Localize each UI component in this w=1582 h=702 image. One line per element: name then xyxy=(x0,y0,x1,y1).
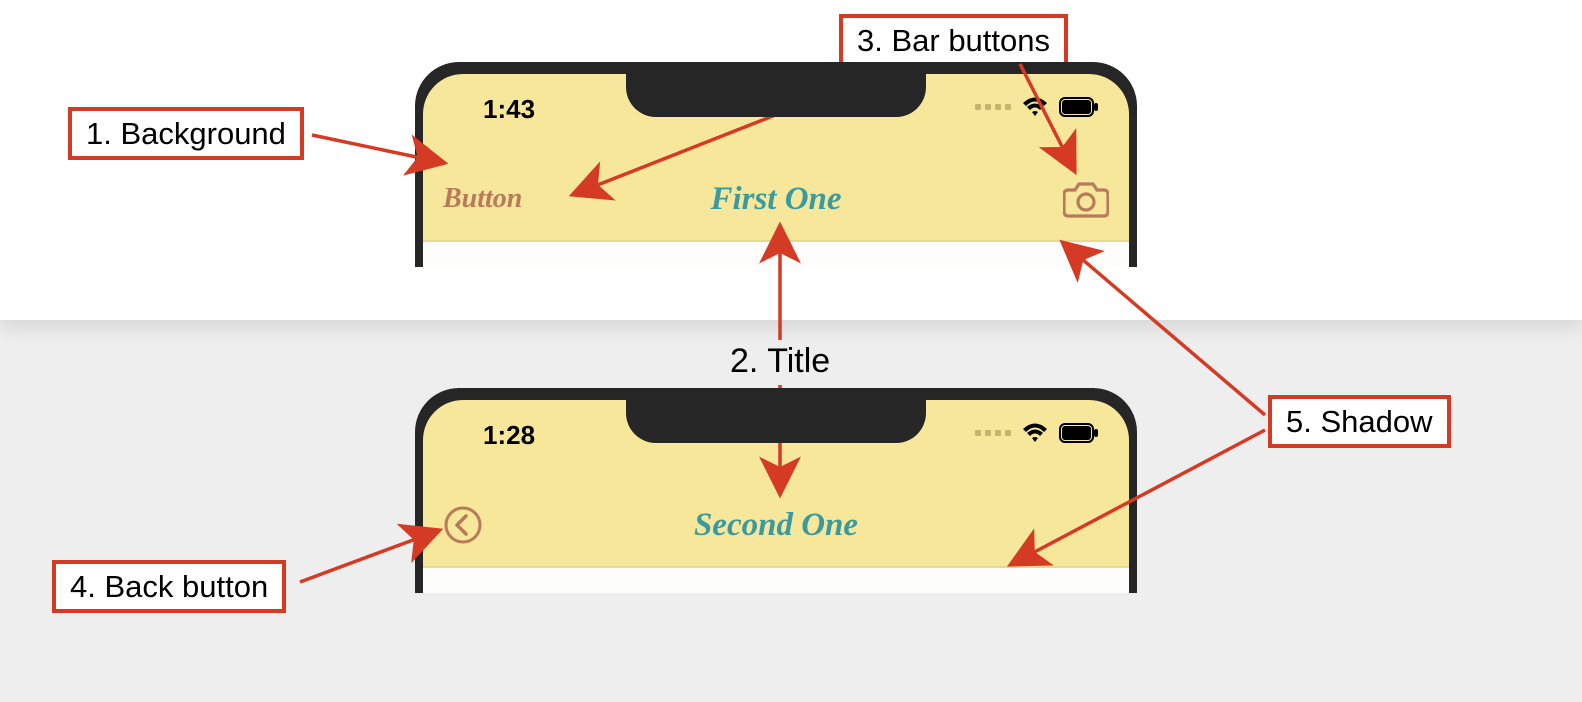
battery-icon xyxy=(1059,423,1099,443)
phone-mock-second: 1:28 Second One xyxy=(415,388,1137,593)
cellular-dots-icon xyxy=(975,430,1011,436)
notch-icon xyxy=(626,388,926,443)
nav-left-slot: Button xyxy=(443,183,563,215)
annotation-title: 2. Title xyxy=(730,342,830,381)
status-icons-right xyxy=(975,96,1099,118)
nav-title-second: Second One xyxy=(563,507,989,544)
annotation-shadow: 5. Shadow xyxy=(1268,395,1451,448)
phone-mock-first: 1:43 Button First One xyxy=(415,62,1137,267)
wifi-icon xyxy=(1021,96,1049,118)
nav-row-second: Second One xyxy=(443,500,1109,550)
wifi-icon xyxy=(1021,422,1049,444)
content-area-second xyxy=(423,568,1129,593)
annotation-bar-buttons: 3. Bar buttons xyxy=(839,14,1068,67)
camera-icon[interactable] xyxy=(1063,180,1109,218)
nav-row-first: Button First One xyxy=(443,174,1109,224)
content-area-first xyxy=(423,242,1129,267)
nav-title-first: First One xyxy=(563,181,989,218)
status-icons-right xyxy=(975,422,1099,444)
nav-left-slot xyxy=(443,505,563,545)
nav-right-slot xyxy=(989,180,1109,218)
status-time: 1:28 xyxy=(483,420,535,451)
annotation-background: 1. Background xyxy=(68,107,304,160)
status-time: 1:43 xyxy=(483,94,535,125)
notch-icon xyxy=(626,62,926,117)
back-button[interactable] xyxy=(443,505,483,545)
nav-button-left[interactable]: Button xyxy=(443,183,522,215)
cellular-dots-icon xyxy=(975,104,1011,110)
annotation-back-button: 4. Back button xyxy=(52,560,286,613)
battery-icon xyxy=(1059,97,1099,117)
